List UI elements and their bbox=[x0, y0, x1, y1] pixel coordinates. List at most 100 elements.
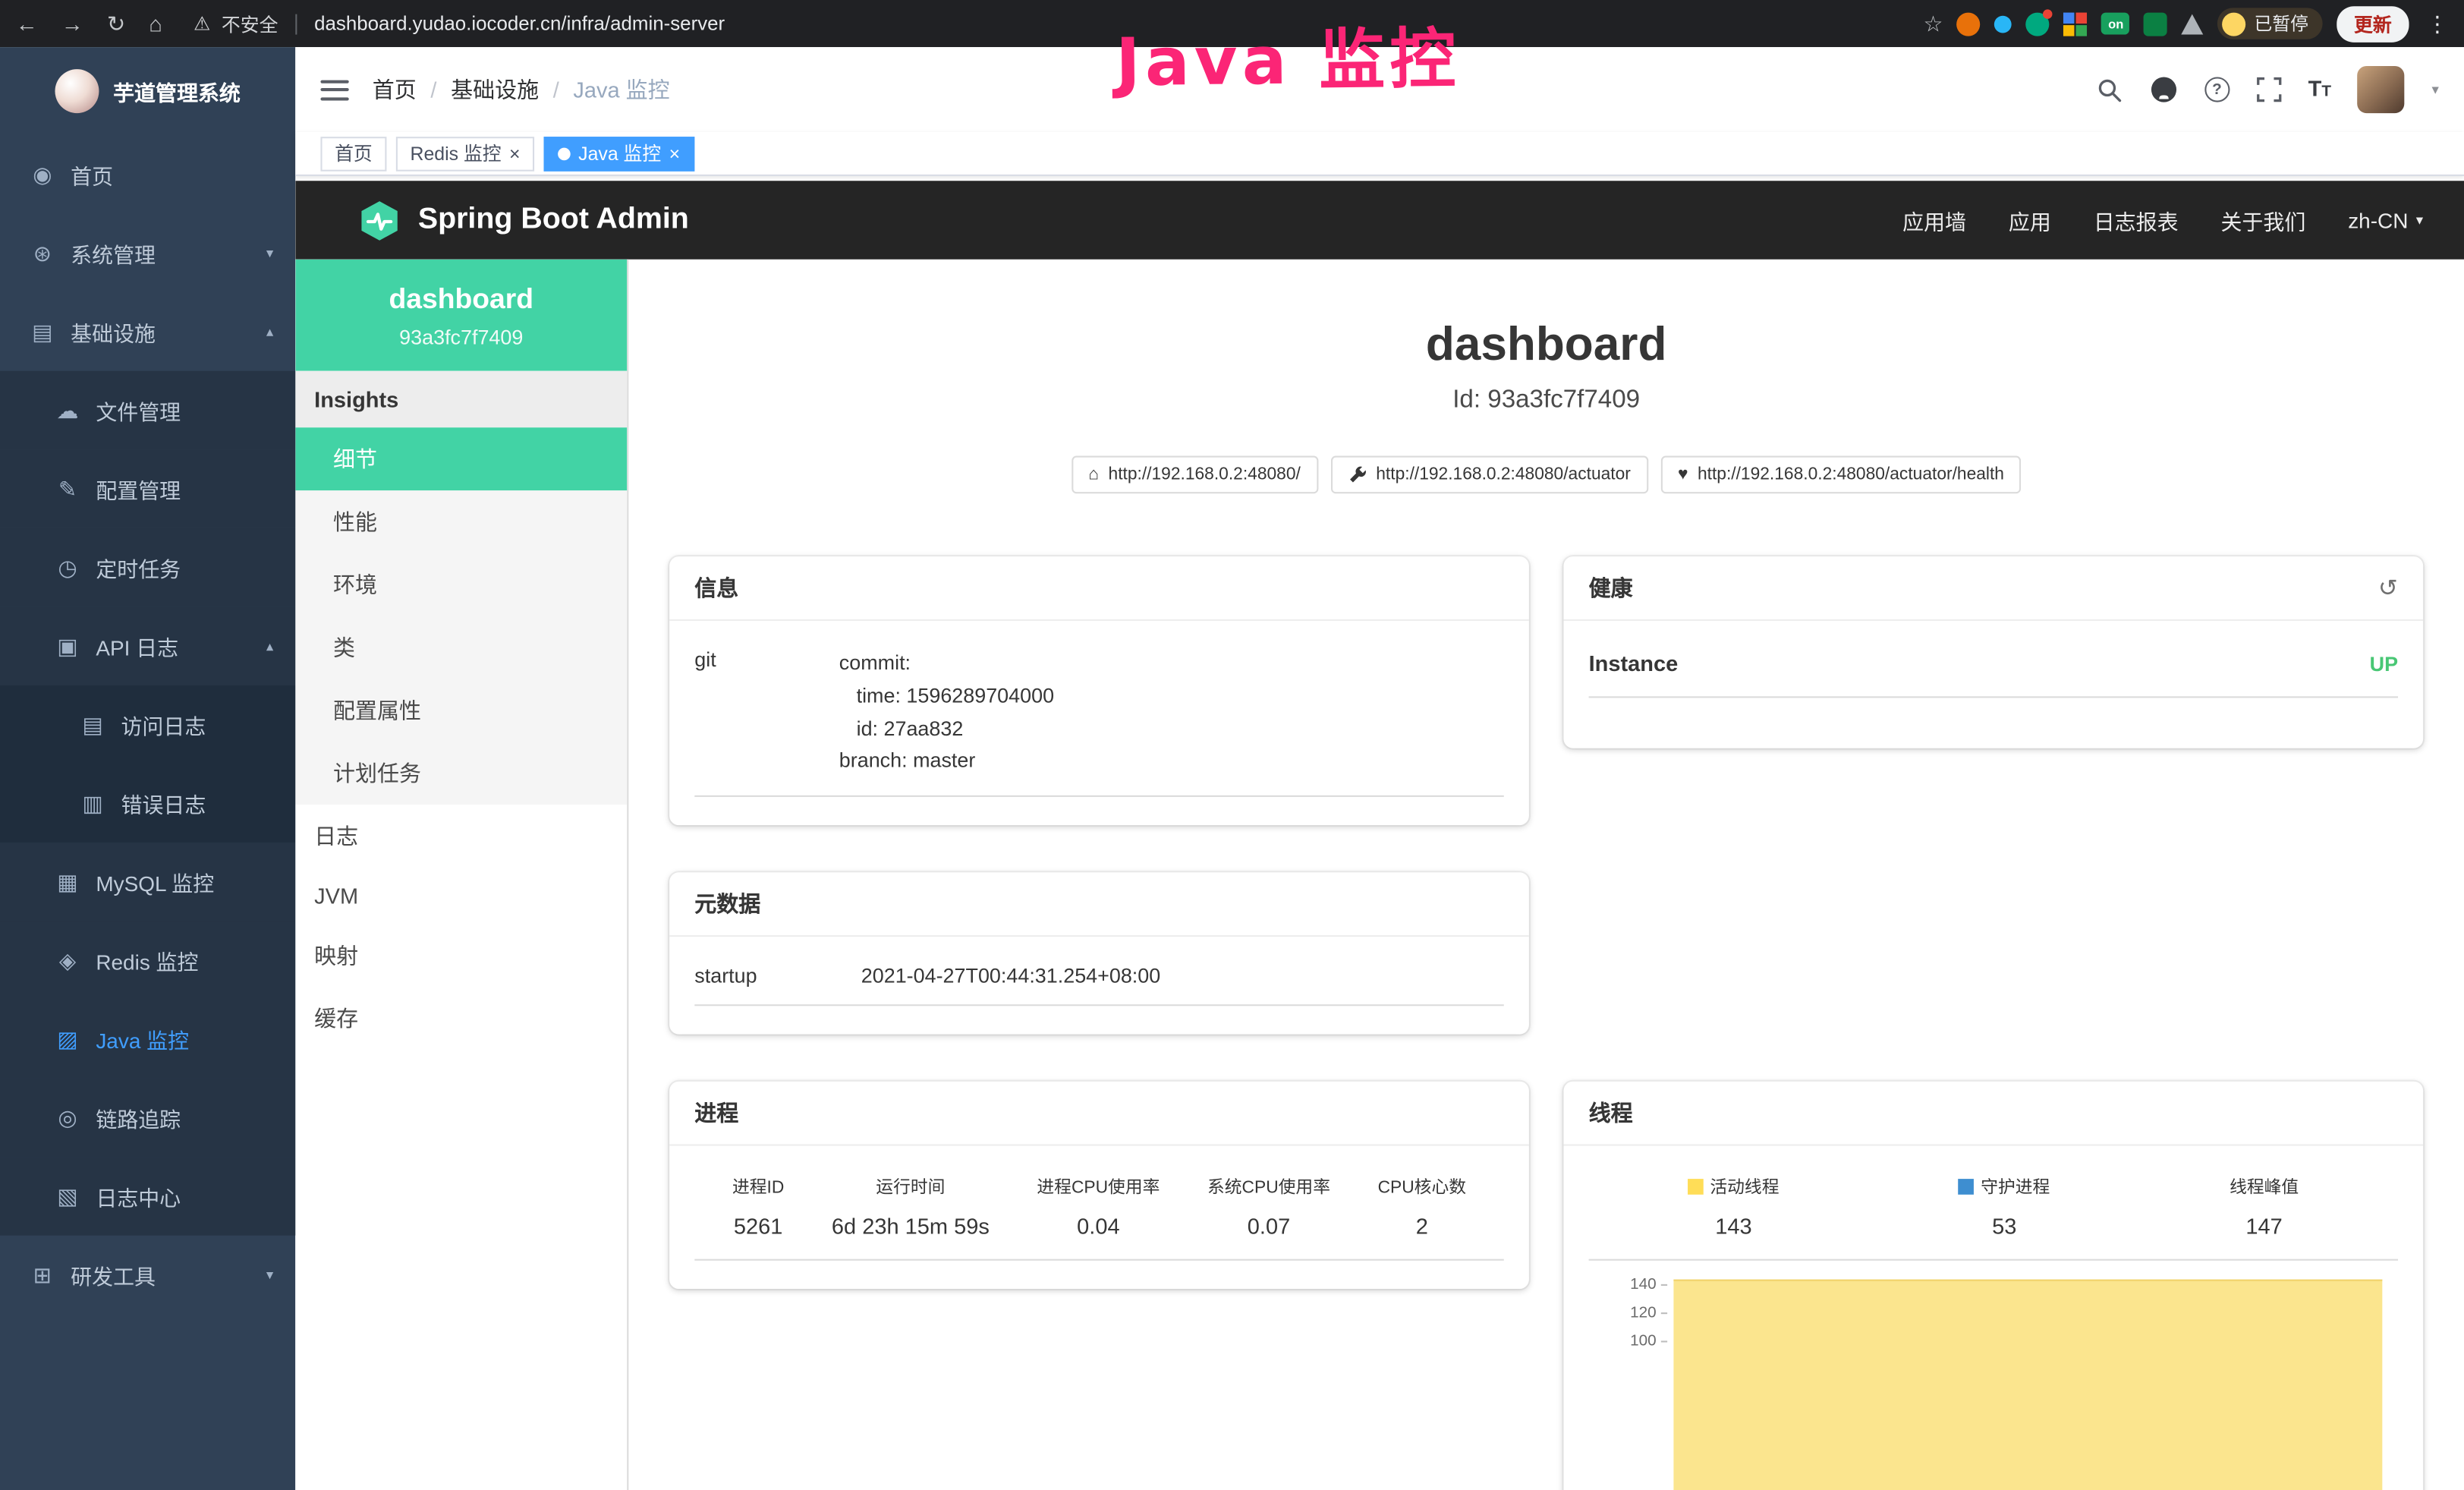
doc-icon: ▥ bbox=[75, 790, 110, 817]
sidebar-item-mysql-monitor[interactable]: ▦ MySQL 监控 bbox=[0, 843, 295, 921]
sidebar-item-file-management[interactable]: ☁ 文件管理 bbox=[0, 371, 295, 450]
health-instance-row: Instance UP bbox=[1589, 630, 2398, 698]
home-icon[interactable]: ⌂ bbox=[149, 11, 162, 36]
link-label: http://192.168.0.2:48080/ bbox=[1109, 465, 1301, 484]
url-text[interactable]: dashboard.yudao.iocoder.cn/infra/admin-s… bbox=[314, 13, 725, 35]
reload-icon[interactable]: ↻ bbox=[107, 10, 125, 36]
address-divider bbox=[295, 14, 297, 34]
sidebar-item-home[interactable]: ◉ 首页 bbox=[0, 135, 295, 214]
forward-icon[interactable]: → bbox=[61, 11, 83, 36]
app-logo-row[interactable]: 芋道管理系统 bbox=[0, 47, 295, 135]
link-actuator-url[interactable]: http://192.168.0.2:48080/actuator bbox=[1330, 456, 1647, 494]
tab-redis-monitor[interactable]: Redis 监控 × bbox=[396, 136, 534, 171]
close-icon[interactable]: × bbox=[509, 143, 521, 162]
link-health-url[interactable]: ♥ http://192.168.0.2:48080/actuator/heal… bbox=[1660, 456, 2022, 494]
sba-nav: 应用墙 应用 日志报表 关于我们 zh-CN ▾ bbox=[1902, 204, 2423, 235]
github-icon[interactable] bbox=[2149, 75, 2177, 103]
threads-legend: 活动线程 143 守护进程 53 线程峰值 bbox=[1589, 1155, 2398, 1261]
tab-java-monitor[interactable]: Java 监控 × bbox=[544, 136, 694, 171]
spring-boot-logo-icon bbox=[358, 199, 401, 241]
sba-instance-header[interactable]: dashboard 93a3fc7f7409 bbox=[295, 260, 627, 371]
card-threads: 线程 活动线程 143 守护进程 bbox=[1563, 1082, 2423, 1490]
metadata-startup-row: startup 2021-04-27T00:44:31.254+08:00 bbox=[694, 947, 1503, 1006]
sidebar-item-label: 文件管理 bbox=[96, 395, 181, 426]
legend-swatch-yellow bbox=[1688, 1179, 1704, 1195]
extension-icon-orange[interactable] bbox=[1957, 12, 1981, 36]
extension-icon-on[interactable]: on bbox=[2102, 13, 2130, 35]
browser-menu-icon[interactable]: ⋮ bbox=[2426, 10, 2448, 36]
redis-icon: ◈ bbox=[50, 947, 85, 974]
card-threads-title: 线程 bbox=[1563, 1082, 2423, 1146]
link-service-url[interactable]: ⌂ http://192.168.0.2:48080/ bbox=[1072, 456, 1318, 494]
sidebar-item-label: API 日志 bbox=[96, 630, 178, 661]
sba-item-caches[interactable]: 缓存 bbox=[295, 987, 627, 1050]
browser-actions: ☆ on 已暂停 更新 ⋮ bbox=[1923, 5, 2448, 42]
address-bar[interactable]: ⚠ 不安全 dashboard.yudao.iocoder.cn/infra/a… bbox=[194, 10, 1923, 36]
back-icon[interactable]: ← bbox=[16, 11, 38, 36]
sba-item-environment[interactable]: 环境 bbox=[295, 553, 627, 616]
app-logo bbox=[55, 69, 99, 113]
sidebar-item-java-monitor[interactable]: ▨ Java 监控 bbox=[0, 1000, 295, 1079]
sidebar-item-config-management[interactable]: ✎ 配置管理 bbox=[0, 449, 295, 528]
help-icon[interactable]: ? bbox=[2204, 77, 2230, 102]
paused-badge[interactable]: 已暂停 bbox=[2218, 8, 2323, 39]
infrastructure-icon: ▤ bbox=[25, 318, 60, 345]
security-label[interactable]: 不安全 bbox=[222, 10, 278, 36]
extension-icon-leaf[interactable] bbox=[2145, 12, 2168, 36]
sba-locale-select[interactable]: zh-CN ▾ bbox=[2348, 208, 2423, 232]
font-size-icon[interactable]: TT bbox=[2308, 75, 2331, 103]
bookmark-star-icon[interactable]: ☆ bbox=[1923, 10, 1943, 36]
sba-item-scheduled-tasks[interactable]: 计划任务 bbox=[295, 742, 627, 805]
close-icon[interactable]: × bbox=[669, 143, 681, 162]
sba-item-jvm[interactable]: JVM bbox=[295, 868, 627, 925]
sidebar-item-dev-tools[interactable]: ⊞ 研发工具 ▾ bbox=[0, 1236, 295, 1315]
breadcrumb-infrastructure[interactable]: 基础设施 bbox=[451, 74, 539, 105]
sba-nav-wallboard[interactable]: 应用墙 bbox=[1902, 204, 1966, 235]
threads-chart-area bbox=[1673, 1280, 2382, 1490]
sidebar-item-system-management[interactable]: ⊛ 系统管理 ▾ bbox=[0, 214, 295, 293]
search-icon[interactable] bbox=[2096, 76, 2123, 102]
avatar[interactable] bbox=[2358, 66, 2405, 113]
sba-item-logs[interactable]: 日志 bbox=[295, 805, 627, 868]
avatar-caret-icon[interactable]: ▾ bbox=[2431, 81, 2438, 99]
card-health: 健康 ↺ Instance UP bbox=[1563, 556, 2423, 748]
sba-brand[interactable]: Spring Boot Admin bbox=[358, 199, 689, 241]
sidebar-item-api-logs[interactable]: ▣ API 日志 ▴ bbox=[0, 606, 295, 685]
sba-item-details[interactable]: 细节 bbox=[295, 427, 627, 490]
sidebar-menu: ◉ 首页 ⊛ 系统管理 ▾ ▤ 基础设施 ▴ ☁ 文件管理 bbox=[0, 135, 295, 1314]
update-button[interactable]: 更新 bbox=[2337, 5, 2409, 42]
extension-icon-tree[interactable] bbox=[2182, 14, 2204, 34]
sba-item-config-properties[interactable]: 配置属性 bbox=[295, 679, 627, 742]
sidebar-item-trace[interactable]: ◎ 链路追踪 bbox=[0, 1079, 295, 1158]
home-icon: ⌂ bbox=[1088, 465, 1099, 484]
sidebar-item-access-logs[interactable]: ▤ 访问日志 bbox=[0, 685, 295, 764]
tab-home[interactable]: 首页 bbox=[320, 136, 386, 171]
sba-item-performance[interactable]: 性能 bbox=[295, 490, 627, 553]
sidebar-item-error-logs[interactable]: ▥ 错误日志 bbox=[0, 764, 295, 843]
extension-icon-teal[interactable] bbox=[2026, 12, 2050, 36]
sba-nav-journal[interactable]: 日志报表 bbox=[2094, 204, 2179, 235]
sidebar-item-infrastructure[interactable]: ▤ 基础设施 ▴ bbox=[0, 292, 295, 371]
extension-icon-drop[interactable] bbox=[1995, 15, 2012, 33]
sba-item-mappings[interactable]: 映射 bbox=[295, 925, 627, 988]
database-icon: ▦ bbox=[50, 868, 85, 895]
sidebar-item-label: 配置管理 bbox=[96, 473, 181, 504]
sidebar-item-scheduled-jobs[interactable]: ◷ 定时任务 bbox=[0, 528, 295, 607]
breadcrumb-home[interactable]: 首页 bbox=[373, 74, 417, 105]
sidebar-item-redis-monitor[interactable]: ◈ Redis 监控 bbox=[0, 921, 295, 1000]
sba-group-label: Insights bbox=[295, 371, 627, 428]
sidebar-item-log-center[interactable]: ▧ 日志中心 bbox=[0, 1157, 295, 1236]
status-badge: UP bbox=[2370, 651, 2398, 675]
breadcrumb-current: Java 监控 bbox=[573, 74, 669, 105]
sba-nav-about[interactable]: 关于我们 bbox=[2220, 204, 2305, 235]
log-icon: ▣ bbox=[50, 632, 85, 659]
legend-peak-threads: 线程峰值 147 bbox=[2230, 1174, 2299, 1239]
card-info: 信息 git commit: time: 1596289704000 id: 2 bbox=[669, 556, 1529, 825]
tab-label: Redis 监控 bbox=[411, 140, 502, 166]
history-icon[interactable]: ↺ bbox=[2378, 574, 2398, 602]
sidebar-collapse-icon[interactable] bbox=[320, 80, 348, 100]
fullscreen-icon[interactable] bbox=[2256, 77, 2281, 102]
sba-item-classes[interactable]: 类 bbox=[295, 616, 627, 679]
sba-nav-applications[interactable]: 应用 bbox=[2009, 204, 2051, 235]
extension-icon-grid[interactable] bbox=[2064, 12, 2088, 36]
